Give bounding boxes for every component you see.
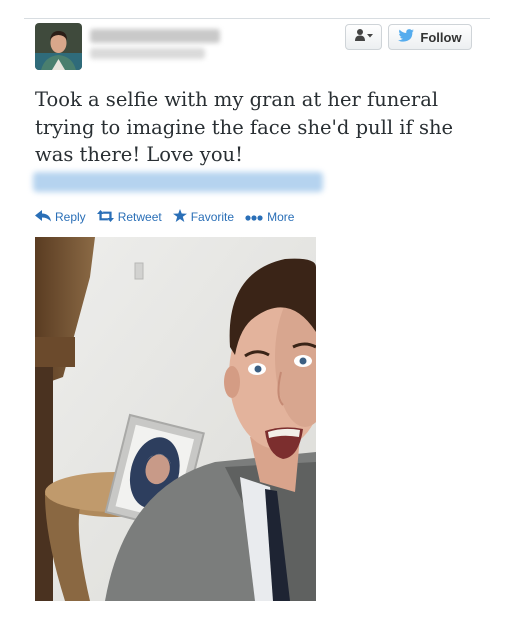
follow-label: Follow bbox=[420, 29, 462, 45]
tweet-link-redacted[interactable] bbox=[33, 172, 323, 192]
reply-label: Reply bbox=[55, 210, 86, 224]
favorite-label: Favorite bbox=[190, 210, 235, 224]
star-icon bbox=[172, 209, 187, 225]
person-icon bbox=[354, 28, 373, 46]
user-actions-button[interactable] bbox=[345, 24, 382, 50]
retweet-icon bbox=[96, 209, 114, 225]
more-dots-icon bbox=[245, 210, 263, 224]
reply-action[interactable]: Reply bbox=[35, 209, 86, 225]
tweet-text: Took a selfie with my gran at her funera… bbox=[35, 88, 454, 166]
tweet-photo[interactable] bbox=[35, 237, 316, 601]
more-label: More bbox=[267, 210, 295, 224]
tweet-actions: Reply Retweet Favorite More bbox=[35, 209, 305, 225]
more-action[interactable]: More bbox=[245, 210, 294, 224]
retweet-action[interactable]: Retweet bbox=[96, 209, 162, 225]
display-name-redacted bbox=[90, 29, 220, 43]
favorite-action[interactable]: Favorite bbox=[172, 209, 235, 225]
reply-arrow-icon bbox=[35, 209, 51, 225]
retweet-label: Retweet bbox=[117, 210, 162, 224]
follow-button[interactable]: Follow bbox=[388, 24, 472, 50]
twitter-bird-icon bbox=[398, 29, 415, 45]
avatar[interactable] bbox=[35, 23, 82, 70]
username-redacted bbox=[90, 48, 205, 59]
top-divider bbox=[24, 18, 490, 19]
